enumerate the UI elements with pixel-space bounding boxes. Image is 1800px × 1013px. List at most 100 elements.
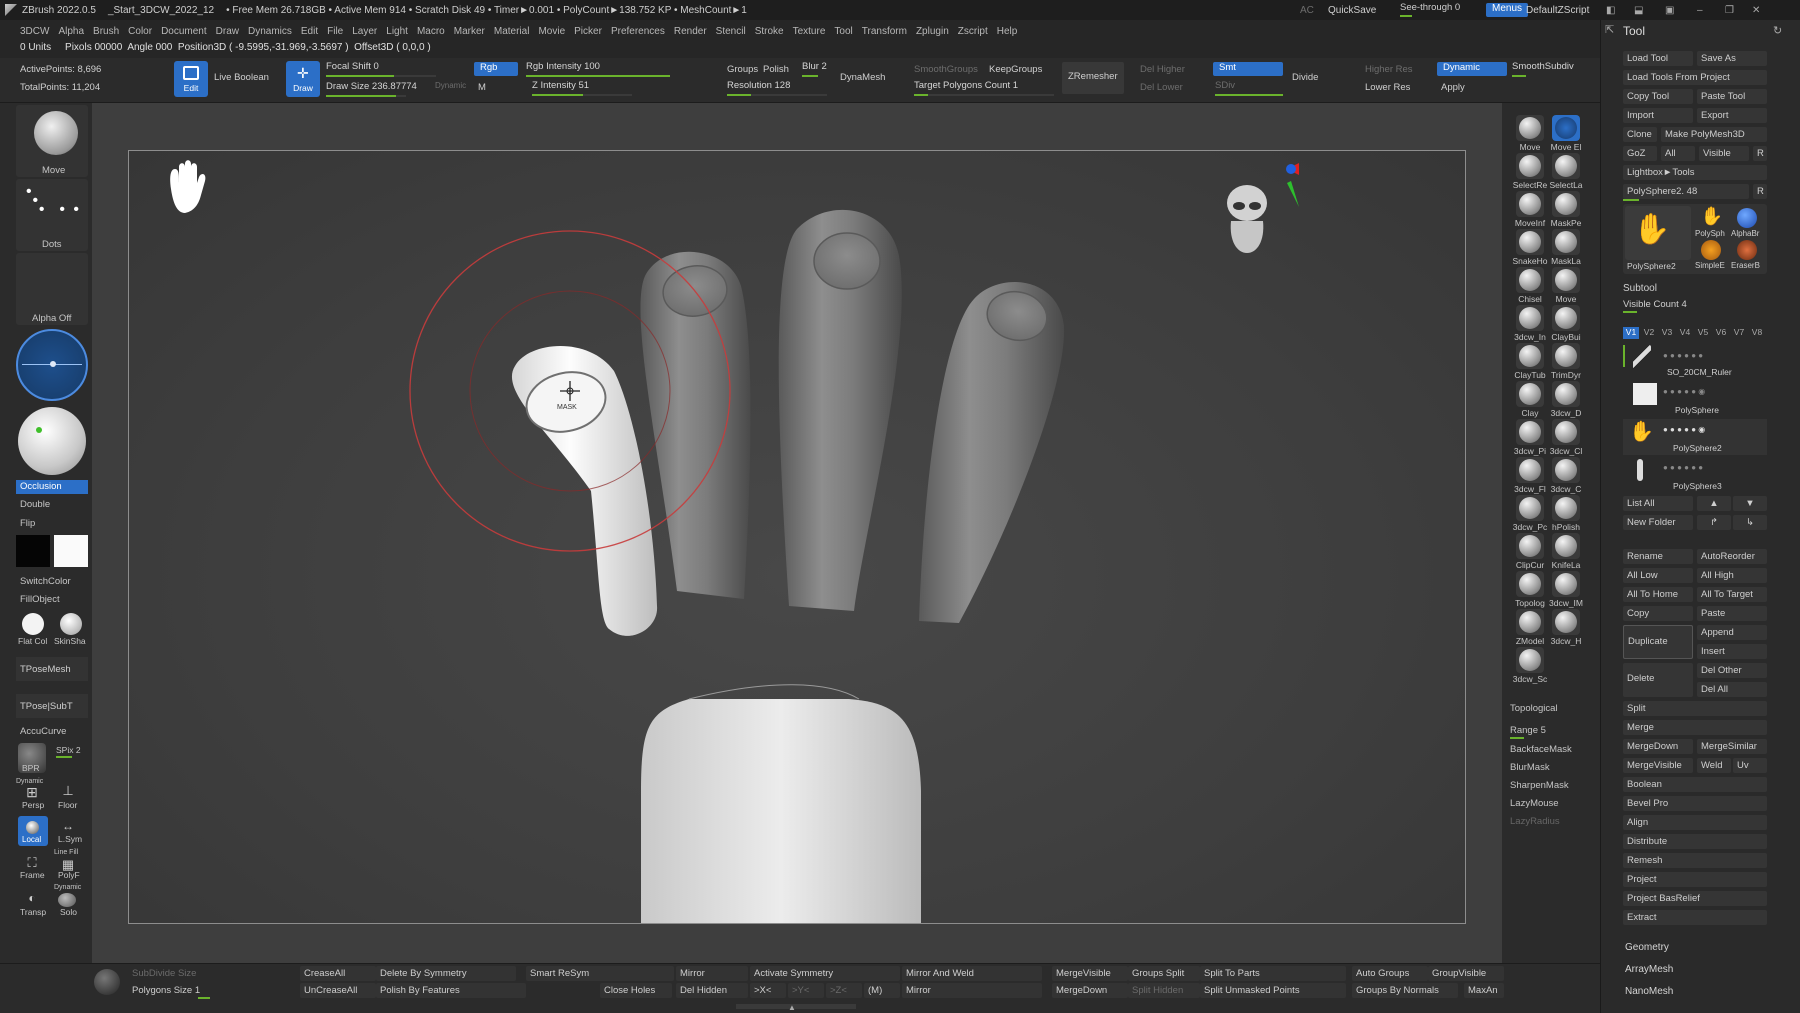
transparent-icon[interactable]: ◐ xyxy=(20,891,44,905)
brush-maskpe[interactable]: MaskPe xyxy=(1548,191,1584,228)
insert-button[interactable]: Insert xyxy=(1697,644,1767,659)
all-button[interactable]: All xyxy=(1661,146,1695,161)
range-slider[interactable]: Range 5 xyxy=(1510,725,1546,736)
save-as-button[interactable]: Save As xyxy=(1697,51,1767,66)
menu-item-3dcw[interactable]: 3DCW xyxy=(20,26,58,37)
boolean-section[interactable]: Boolean xyxy=(1623,777,1767,792)
version-tab-v4[interactable]: V4 xyxy=(1677,327,1693,339)
dock-icon[interactable]: ⬓ xyxy=(1634,5,1643,16)
live-boolean-button[interactable]: Live Boolean xyxy=(214,72,269,86)
merge-visible-button[interactable]: MergeVisible xyxy=(1623,758,1693,773)
smart-resym-button[interactable]: Smart ReSym xyxy=(526,966,674,981)
brush-move-el[interactable]: Move El xyxy=(1548,115,1584,152)
backface-mask-toggle[interactable]: BackfaceMask xyxy=(1510,744,1572,755)
distribute-section[interactable]: Distribute xyxy=(1623,834,1767,849)
move-up-icon[interactable]: ▲ xyxy=(1697,496,1731,511)
mirror-and-weld-button[interactable]: Mirror And Weld xyxy=(902,966,1042,981)
brush-3dcw-sc[interactable]: 3dcw_Sc xyxy=(1512,647,1548,684)
draw-button[interactable]: ✛ Draw xyxy=(286,61,320,97)
folder-icon[interactable]: ↱ xyxy=(1697,515,1731,530)
spix-slider[interactable]: SPix 2 xyxy=(56,745,81,755)
project-section[interactable]: Project xyxy=(1623,872,1767,887)
brush-selectre[interactable]: SelectRe xyxy=(1512,153,1548,190)
version-tab-v8[interactable]: V8 xyxy=(1749,327,1765,339)
brush-3dcw-d[interactable]: 3dcw_D xyxy=(1548,381,1584,418)
brush-clipcur[interactable]: ClipCur xyxy=(1512,533,1548,570)
version-tab-v3[interactable]: V3 xyxy=(1659,327,1675,339)
polish-by-features-button[interactable]: Polish By Features xyxy=(376,983,526,998)
merge-visible-button-bottom[interactable]: MergeVisible xyxy=(1052,966,1128,981)
polish-toggle[interactable]: Polish xyxy=(763,64,789,78)
all-high-button[interactable]: All High xyxy=(1697,568,1767,583)
menu-item-marker[interactable]: Marker xyxy=(454,26,494,37)
max-angle-slider[interactable]: MaxAn xyxy=(1464,983,1504,998)
brush-3dcw-h[interactable]: 3dcw_H xyxy=(1548,609,1584,646)
window-icon[interactable]: ▣ xyxy=(1665,5,1674,16)
menu-item-material[interactable]: Material xyxy=(494,26,539,37)
rgb-button[interactable]: Rgb xyxy=(474,62,518,76)
brush-snakeho[interactable]: SnakeHo xyxy=(1512,229,1548,266)
flip-toggle[interactable]: Flip xyxy=(20,518,35,529)
close-icon[interactable]: ✕ xyxy=(1752,5,1760,16)
r-button[interactable]: R xyxy=(1753,146,1767,161)
brush-claybui[interactable]: ClayBui xyxy=(1548,305,1584,342)
move-down-icon[interactable]: ▼ xyxy=(1733,496,1767,511)
brush-hpolish[interactable]: hPolish xyxy=(1548,495,1584,532)
restore-icon[interactable]: ❐ xyxy=(1725,5,1734,16)
bevel-pro-section[interactable]: Bevel Pro xyxy=(1623,796,1767,811)
brush-move[interactable]: Move xyxy=(1512,115,1548,152)
floor-icon[interactable]: ⊥ xyxy=(56,783,80,799)
lazyradius-slider[interactable]: LazyRadius xyxy=(1510,816,1560,827)
brush-selectla[interactable]: SelectLa xyxy=(1548,153,1584,190)
alphabrush-thumb[interactable] xyxy=(1737,208,1757,228)
quicksave-button[interactable]: QuickSave xyxy=(1328,5,1376,16)
accucurve-toggle[interactable]: AccuCurve xyxy=(20,726,66,737)
brush-clay[interactable]: Clay xyxy=(1512,381,1548,418)
menu-item-stencil[interactable]: Stencil xyxy=(716,26,755,37)
dynamesh-button[interactable]: DynaMesh xyxy=(840,72,885,86)
bottom-scrollbar[interactable] xyxy=(736,1004,856,1009)
load-tool-button[interactable]: Load Tool xyxy=(1623,51,1693,66)
subtool-row[interactable]: ● ● ● ● ● ● PolySphere3 xyxy=(1623,457,1767,493)
version-tab-v1[interactable]: V1 xyxy=(1623,327,1639,339)
tpose-subt-button[interactable]: TPose|SubT xyxy=(16,694,88,718)
version-tab-v6[interactable]: V6 xyxy=(1713,327,1729,339)
dynamic-subdiv-toggle[interactable]: Dynamic xyxy=(1437,62,1507,76)
clone-button[interactable]: Clone xyxy=(1623,127,1657,142)
lazymouse-toggle[interactable]: LazyMouse xyxy=(1510,798,1559,809)
geometry-section[interactable]: Geometry xyxy=(1625,942,1669,953)
sharpen-mask-button[interactable]: SharpenMask xyxy=(1510,780,1569,791)
brush-chisel[interactable]: Chisel xyxy=(1512,267,1548,304)
lsym-icon[interactable]: ↔ xyxy=(56,819,80,833)
del-lower-button[interactable]: Del Lower xyxy=(1140,82,1183,96)
menu-item-layer[interactable]: Layer xyxy=(352,26,386,37)
nanomesh-section[interactable]: NanoMesh xyxy=(1625,986,1673,997)
delete-by-symmetry-button[interactable]: Delete By Symmetry xyxy=(376,966,516,981)
merge-down-button-bottom[interactable]: MergeDown xyxy=(1052,983,1128,998)
brush-3dcw-pi[interactable]: 3dcw_Pi xyxy=(1512,419,1548,456)
version-tab-v7[interactable]: V7 xyxy=(1731,327,1747,339)
brush-3dcw-in[interactable]: 3dcw_In xyxy=(1512,305,1548,342)
subtool-row[interactable]: ● ● ● ● ● ◉ PolySphere xyxy=(1623,381,1767,417)
menu-item-movie[interactable]: Movie xyxy=(538,26,574,37)
remesh-section[interactable]: Remesh xyxy=(1623,853,1767,868)
focal-shift-slider[interactable]: Focal Shift 0 xyxy=(326,61,436,77)
groups-toggle[interactable]: Groups xyxy=(727,64,758,78)
menu-item-picker[interactable]: Picker xyxy=(574,26,611,37)
subtool-section-title[interactable]: Subtool xyxy=(1623,283,1657,294)
make-polymesh-button[interactable]: Make PolyMesh3D xyxy=(1661,127,1767,142)
lightbox-tools-button[interactable]: Lightbox►Tools xyxy=(1623,165,1767,180)
del-hidden-button[interactable]: Del Hidden xyxy=(676,983,748,998)
groups-by-normals-button[interactable]: Groups By Normals xyxy=(1352,983,1458,998)
polysph-thumb[interactable]: ✋ xyxy=(1695,206,1729,230)
z-axis-toggle[interactable]: >Z< xyxy=(826,983,862,998)
close-holes-button[interactable]: Close Holes xyxy=(600,983,672,998)
bottom-material-icon[interactable] xyxy=(94,969,120,995)
goz-button[interactable]: GoZ xyxy=(1623,146,1657,161)
all-to-home-button[interactable]: All To Home xyxy=(1623,587,1693,602)
load-tools-from-project-button[interactable]: Load Tools From Project xyxy=(1623,70,1767,85)
brush-moveinf[interactable]: MoveInf xyxy=(1512,191,1548,228)
brush-3dcw-c[interactable]: 3dcw_C xyxy=(1548,457,1584,494)
perspective-icon[interactable]: ⊞ xyxy=(20,785,44,799)
ac-button[interactable]: AC xyxy=(1300,5,1314,16)
